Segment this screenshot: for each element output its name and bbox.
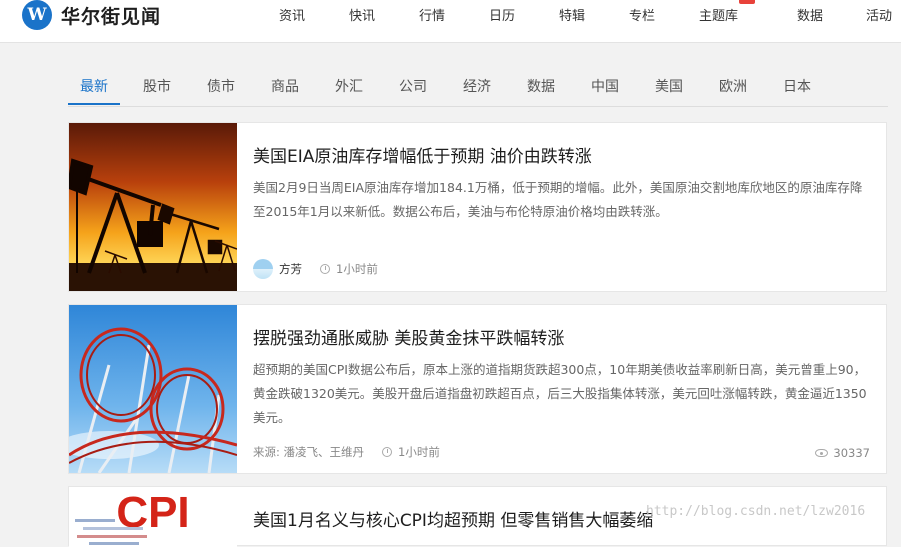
tab-companies[interactable]: 公司 (399, 76, 427, 96)
nav-item-flash[interactable]: 快讯 (349, 5, 375, 24)
nav-item-events[interactable]: 活动 (866, 5, 892, 24)
tab-japan[interactable]: 日本 (783, 76, 811, 96)
article-source: 来源: 潘凌飞、王维丹 (253, 445, 365, 459)
author-name[interactable]: 方芳 (279, 261, 302, 277)
article-card[interactable]: 摆脱强劲通胀威胁 美股黄金抹平跌幅转涨 超预期的美国CPI数据公布后，原本上涨的… (68, 304, 887, 474)
view-count-number: 30337 (833, 446, 870, 460)
article-title[interactable]: 摆脱强劲通胀威胁 美股黄金抹平跌幅转涨 (253, 324, 564, 349)
active-tab-indicator (68, 103, 120, 105)
publish-time: 1小时前 (398, 445, 440, 459)
view-count: 30337 (815, 446, 870, 460)
article-summary: 超预期的美国CPI数据公布后，原本上涨的道指期货跌超300点，10年期美债收益率… (253, 362, 867, 425)
tab-latest[interactable]: 最新 (80, 76, 108, 96)
tab-china[interactable]: 中国 (591, 76, 619, 96)
category-tabs: 最新 股市 债市 商品 外汇 公司 经济 数据 中国 美国 欧洲 日本 (68, 60, 888, 107)
clock-icon (382, 447, 393, 457)
tab-forex[interactable]: 外汇 (335, 76, 363, 96)
tab-stocks[interactable]: 股市 (143, 76, 171, 96)
author-avatar[interactable] (253, 259, 273, 279)
watermark-text: http://blog.csdn.net/lzw2016 (646, 504, 866, 519)
article-title[interactable]: 美国1月名义与核心CPI均超预期 但零售销售大幅萎缩 (253, 506, 653, 531)
article-title[interactable]: 美国EIA原油库存增幅低于预期 油价由跌转涨 (253, 142, 592, 167)
article-meta: 方芳 1小时前 (253, 259, 378, 279)
tab-commodities[interactable]: 商品 (271, 76, 299, 96)
eye-icon (815, 449, 829, 457)
top-header: W 华尔街见闻 资讯 快讯 行情 日历 特辑 专栏 主题库 数据 活动 (0, 0, 901, 43)
article-thumbnail[interactable]: CPI (69, 487, 237, 547)
nav-item-topics[interactable]: 主题库 (699, 5, 738, 24)
tab-economy[interactable]: 经济 (463, 76, 491, 96)
article-thumbnail[interactable] (69, 123, 237, 291)
article-thumbnail[interactable] (69, 305, 237, 473)
tab-usa[interactable]: 美国 (655, 76, 683, 96)
publish-time: 1小时前 (336, 262, 378, 276)
article-summary: 美国2月9日当周EIA原油库存增加184.1万桶，低于预期的增幅。此外，美国原油… (253, 180, 863, 219)
clock-icon (320, 264, 330, 274)
nav-item-data[interactable]: 数据 (797, 5, 823, 24)
tab-data[interactable]: 数据 (527, 76, 555, 96)
nav-item-markets[interactable]: 行情 (419, 5, 445, 24)
logo-icon: W (22, 0, 52, 30)
tab-europe[interactable]: 欧洲 (719, 76, 747, 96)
nav-item-columns[interactable]: 专栏 (629, 5, 655, 24)
new-badge-icon (739, 0, 755, 4)
nav-item-specials[interactable]: 特辑 (559, 5, 585, 24)
article-meta: 来源: 潘凌飞、王维丹 1小时前 (253, 444, 440, 460)
brand-logo[interactable]: W 华尔街见闻 (22, 0, 161, 30)
tab-bonds[interactable]: 债市 (207, 76, 235, 96)
nav-item-news[interactable]: 资讯 (279, 5, 305, 24)
article-card[interactable]: 美国EIA原油库存增幅低于预期 油价由跌转涨 美国2月9日当周EIA原油库存增加… (68, 122, 887, 292)
brand-name: 华尔街见闻 (61, 5, 162, 28)
nav-item-calendar[interactable]: 日历 (489, 5, 515, 24)
